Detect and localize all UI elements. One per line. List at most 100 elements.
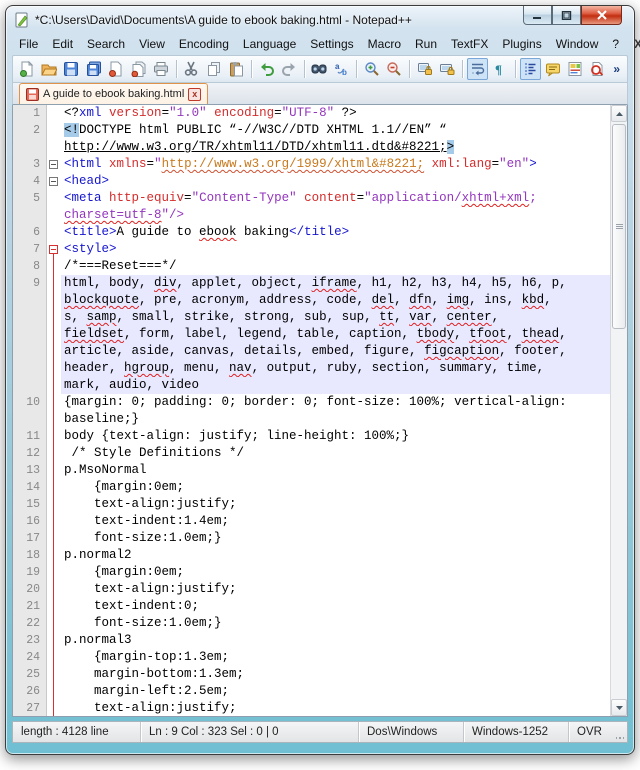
status-eol-format[interactable]: Dos\Windows [359, 722, 464, 742]
code-text[interactable]: text-indent:0; [61, 598, 610, 615]
user-define-dialog-button[interactable] [542, 58, 563, 80]
document-tab[interactable]: A guide to ebook baking.html x [19, 83, 208, 104]
cut-button[interactable] [181, 58, 202, 80]
show-all-characters-button[interactable]: ¶ [489, 58, 510, 80]
titlebar[interactable]: *C:\Users\David\Documents\A guide to ebo… [6, 6, 634, 33]
code-text[interactable]: header, hgroup, menu, nav, output, ruby,… [61, 360, 610, 377]
sync-scroll-v-button[interactable] [414, 58, 435, 80]
code-text[interactable]: margin-bottom:1.3em; [61, 666, 610, 683]
code-text[interactable]: blockquote, pre, acronym, address, code,… [61, 292, 610, 309]
code-text[interactable]: /*===Reset===*/ [61, 258, 610, 275]
line-number: 22 [13, 615, 47, 632]
scrollbar-track[interactable] [611, 122, 627, 699]
code-editor[interactable]: 1<?xml version="1.0" encoding="UTF-8" ?>… [13, 105, 610, 716]
menu-item-edit[interactable]: Edit [45, 35, 80, 53]
code-text[interactable]: baseline;} [61, 411, 610, 428]
code-text[interactable]: {margin-top:1.3em; [61, 649, 610, 666]
code-text[interactable]: s, samp, small, strike, strong, sub, sup… [61, 309, 610, 326]
sync-scroll-h-button[interactable] [436, 58, 457, 80]
find-button[interactable] [309, 58, 330, 80]
code-text[interactable]: text-align:justify; [61, 581, 610, 598]
indent-guide-button[interactable] [520, 58, 541, 80]
code-text[interactable]: text-align:justify; [61, 496, 610, 513]
resize-grip[interactable] [613, 722, 627, 742]
undo-button[interactable] [256, 58, 277, 80]
menu-item-search[interactable]: Search [80, 35, 132, 53]
redo-button[interactable] [278, 58, 299, 80]
close-button[interactable] [581, 6, 622, 25]
menu-item-[interactable]: ? [605, 35, 626, 53]
code-text[interactable]: body {text-align: justify; line-height: … [61, 428, 610, 445]
fold-collapse-icon-active[interactable] [49, 245, 58, 254]
code-text[interactable]: font-size:1.0em;} [61, 530, 610, 547]
status-typing-mode[interactable]: OVR [569, 722, 613, 742]
menu-item-settings[interactable]: Settings [303, 35, 360, 53]
status-encoding[interactable]: Windows-1252 [464, 722, 569, 742]
menu-item-run[interactable]: Run [408, 35, 444, 53]
scroll-up-arrow[interactable] [611, 105, 627, 122]
copy-button[interactable] [203, 58, 224, 80]
fold-collapse-icon[interactable] [49, 160, 58, 169]
code-text[interactable]: font-size:1.0em;} [61, 615, 610, 632]
menu-item-window[interactable]: Window [549, 35, 606, 53]
new-file-button[interactable] [16, 58, 37, 80]
code-text[interactable]: fieldset, form, label, legend, table, ca… [61, 326, 610, 343]
save-all-button[interactable] [83, 58, 104, 80]
minimize-button[interactable] [523, 6, 552, 25]
menu-item-macro[interactable]: Macro [361, 35, 408, 53]
word-wrap-button[interactable] [467, 58, 488, 80]
zoom-in-button[interactable] [361, 58, 382, 80]
code-text[interactable]: p.MsoNormal [61, 462, 610, 479]
code-text[interactable]: p.normal2 [61, 547, 610, 564]
code-text[interactable]: {margin:0em; [61, 479, 610, 496]
code-text[interactable]: <head> [61, 173, 610, 190]
menu-item-view[interactable]: View [132, 35, 172, 53]
scroll-down-arrow[interactable] [611, 699, 627, 716]
maximize-button[interactable] [552, 6, 581, 25]
replace-button[interactable]: ab [331, 58, 352, 80]
code-text[interactable]: html, body, div, applet, object, iframe,… [61, 275, 610, 292]
code-text[interactable]: http://www.w3.org/TR/xhtml11/DTD/xhtml11… [61, 139, 610, 156]
code-text[interactable]: mark, audio, video [61, 377, 610, 394]
paste-button[interactable] [225, 58, 246, 80]
fold-margin[interactable] [47, 241, 61, 258]
macro-record-button[interactable] [587, 58, 608, 80]
fold-margin[interactable] [47, 173, 61, 190]
code-text[interactable]: margin-left:2.5em; [61, 683, 610, 700]
code-text[interactable]: <html xmlns="http://www.w3.org/1999/xhtm… [61, 156, 610, 173]
menu-item-file[interactable]: File [12, 35, 45, 53]
svg-text:¶: ¶ [495, 62, 502, 77]
code-text[interactable]: <!DOCTYPE html PUBLIC “-//W3C//DTD XHTML… [61, 122, 610, 139]
code-text[interactable]: charset=utf-8"/> [61, 207, 610, 224]
save-button[interactable] [61, 58, 82, 80]
print-button[interactable] [150, 58, 171, 80]
menu-item-language[interactable]: Language [236, 35, 303, 53]
code-text[interactable]: <meta http-equiv="Content-Type" content=… [61, 190, 610, 207]
fold-collapse-icon[interactable] [49, 177, 58, 186]
code-text[interactable]: text-align:justify; [61, 700, 610, 716]
editor-line-18: 18p.normal2 [13, 547, 610, 564]
tab-close-icon[interactable]: x [188, 88, 201, 101]
menu-item-encoding[interactable]: Encoding [172, 35, 236, 53]
open-file-button[interactable] [38, 58, 59, 80]
scrollbar-thumb[interactable] [612, 124, 626, 329]
menu-close-x[interactable]: X [626, 35, 640, 53]
close-all-button[interactable] [128, 58, 149, 80]
vertical-scrollbar[interactable] [610, 105, 627, 716]
code-text[interactable]: {margin:0em; [61, 564, 610, 581]
menu-item-textfx[interactable]: TextFX [444, 35, 495, 53]
code-text[interactable]: /* Style Definitions */ [61, 445, 610, 462]
toolbar-overflow-chevron[interactable]: » [609, 62, 624, 76]
menu-item-plugins[interactable]: Plugins [495, 35, 548, 53]
code-text[interactable]: <?xml version="1.0" encoding="UTF-8" ?> [61, 105, 610, 122]
code-text[interactable]: article, aside, canvas, details, embed, … [61, 343, 610, 360]
doc-map-button[interactable] [564, 58, 585, 80]
code-text[interactable]: <style> [61, 241, 610, 258]
code-text[interactable]: {margin: 0; padding: 0; border: 0; font-… [61, 394, 610, 411]
code-text[interactable]: text-indent:1.4em; [61, 513, 610, 530]
fold-margin[interactable] [47, 156, 61, 173]
zoom-out-button[interactable] [384, 58, 405, 80]
code-text[interactable]: p.normal3 [61, 632, 610, 649]
close-button[interactable] [106, 58, 127, 80]
code-text[interactable]: <title>A guide to ebook baking</title> [61, 224, 610, 241]
